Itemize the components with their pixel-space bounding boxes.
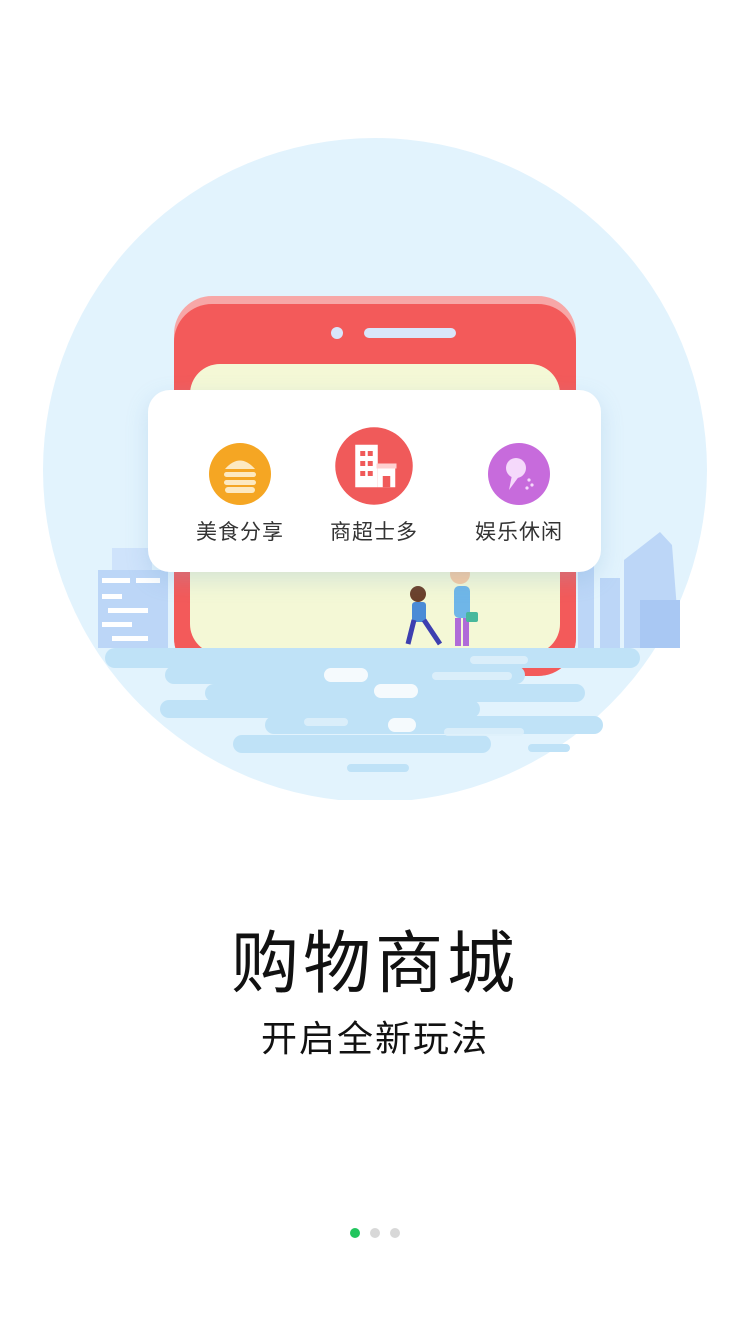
category-card: 美食分享 商超士多 娱乐休闲 xyxy=(148,390,601,572)
category-label: 美食分享 xyxy=(196,520,284,544)
pagination-dots xyxy=(0,1228,750,1238)
pagination-dot-3[interactable] xyxy=(390,1228,400,1238)
category-entertainment[interactable]: 娱乐休闲 xyxy=(454,442,584,546)
category-supermarket[interactable]: 商超士多 xyxy=(309,427,439,546)
category-food-share[interactable]: 美食分享 xyxy=(175,442,305,546)
pagination-dot-2[interactable] xyxy=(370,1228,380,1238)
ice-cream-icon xyxy=(488,443,550,505)
store-building-icon xyxy=(335,427,413,505)
pagination-dot-1[interactable] xyxy=(350,1228,360,1238)
burger-icon xyxy=(209,443,271,505)
page-title: 购物商城 xyxy=(230,925,519,1004)
category-label: 娱乐休闲 xyxy=(475,520,563,544)
category-label: 商超士多 xyxy=(330,520,418,544)
page-subtitle: 开启全新玩法 xyxy=(260,1019,489,1060)
